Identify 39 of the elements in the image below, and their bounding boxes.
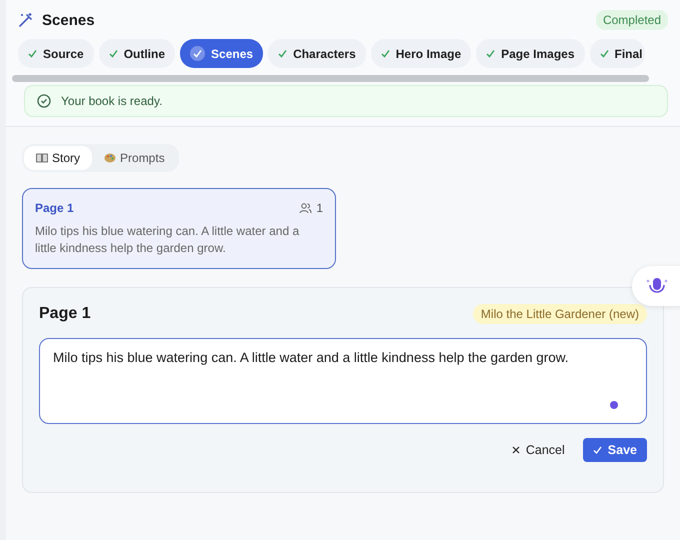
page-card[interactable]: Page 1 1 Milo tips his blue watering can. A little water and a little kindness help the garden grow. bbox=[22, 188, 336, 269]
step-tab[interactable]: Scenes bbox=[180, 39, 264, 68]
step-tab[interactable]: Hero Image bbox=[370, 39, 472, 68]
check-icon bbox=[278, 49, 288, 58]
check-icon bbox=[190, 46, 206, 61]
check-icon bbox=[108, 49, 118, 58]
scrollbar-thumb[interactable] bbox=[12, 75, 649, 82]
editor-title: Page 1 bbox=[39, 304, 91, 323]
alert-message: Your book is ready. bbox=[61, 94, 162, 108]
page-card-text: Milo tips his blue watering can. A little water and a little kindness help the garden grow. bbox=[35, 223, 300, 257]
status-dot bbox=[610, 400, 618, 409]
check-icon bbox=[380, 49, 390, 58]
status-badge: Completed bbox=[596, 10, 668, 30]
magic-wand-icon bbox=[18, 12, 34, 28]
view-tab[interactable]: Prompts bbox=[92, 146, 177, 170]
microphone-button[interactable] bbox=[632, 266, 680, 306]
step-tab[interactable]: Source bbox=[18, 39, 94, 68]
book-icon bbox=[36, 153, 48, 163]
page-text-field[interactable]: Milo tips his blue watering can. A little water and a little kindness help the garden grow. bbox=[39, 338, 647, 424]
step-tab[interactable]: Final bbox=[590, 39, 645, 68]
cancel-button[interactable]: Cancel bbox=[504, 438, 573, 462]
people-icon bbox=[299, 202, 312, 214]
check-circle-icon bbox=[37, 94, 51, 108]
character-tag: Milo the Little Gardener (new) bbox=[472, 304, 647, 324]
step-tab[interactable]: Page Images bbox=[476, 39, 584, 68]
check-icon bbox=[486, 49, 496, 58]
check-icon bbox=[600, 49, 608, 58]
microphone-icon bbox=[646, 276, 668, 296]
view-tab[interactable]: Story bbox=[24, 146, 92, 170]
step-tab[interactable]: Outline bbox=[98, 39, 176, 68]
character-count: 1 bbox=[316, 201, 323, 215]
page-card-title: Page 1 bbox=[35, 201, 74, 215]
save-button[interactable]: Save bbox=[582, 438, 647, 462]
page-title: Scenes bbox=[42, 12, 95, 28]
palette-icon bbox=[104, 153, 116, 163]
close-icon bbox=[512, 446, 520, 454]
step-tab[interactable]: Characters bbox=[268, 39, 366, 68]
check-icon bbox=[28, 49, 37, 58]
check-icon bbox=[592, 446, 602, 454]
